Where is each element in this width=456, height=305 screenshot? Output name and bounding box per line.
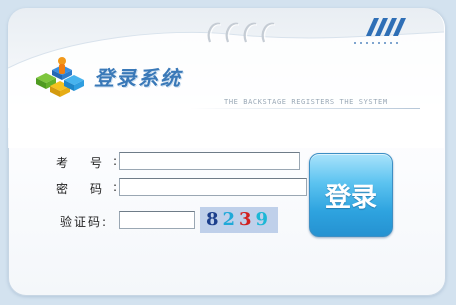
exam-number-colon: : [113, 154, 118, 168]
captcha-char: 3 [239, 209, 256, 230]
captcha-char: 2 [222, 209, 239, 230]
password-input[interactable] [119, 178, 307, 196]
captcha-input[interactable] [119, 211, 195, 229]
page-title: 登录系统 [94, 66, 182, 90]
logo-icon [36, 57, 84, 97]
dots-decoration [354, 42, 398, 44]
subtitle-divider [190, 108, 420, 109]
page-subtitle: THE BACKSTAGE REGISTERS THE SYSTEM [224, 98, 388, 106]
exam-number-input[interactable] [119, 152, 300, 170]
spiral-binding-decoration [207, 22, 276, 43]
captcha-image[interactable]: 8239 [200, 207, 278, 233]
captcha-char: 8 [205, 209, 223, 230]
captcha-label: 验证码: [60, 215, 109, 229]
captcha-char: 9 [255, 209, 273, 230]
login-button[interactable]: 登录 [309, 153, 393, 237]
password-colon: : [113, 180, 118, 194]
stripes-decoration [366, 18, 406, 36]
